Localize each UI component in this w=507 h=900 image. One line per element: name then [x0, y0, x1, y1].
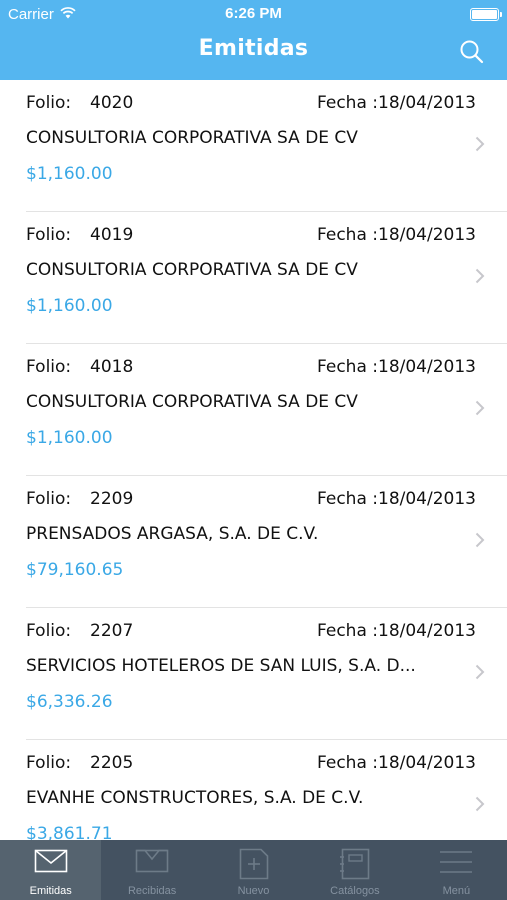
- battery-icon: [470, 8, 502, 21]
- menu-icon: [440, 851, 473, 873]
- invoice-row[interactable]: Folio: 4019 Fecha :18/04/2013 CONSULTORI…: [26, 212, 507, 344]
- invoice-amount: $1,160.00: [26, 164, 113, 184]
- invoice-amount: $79,160.65: [26, 560, 124, 580]
- invoice-row[interactable]: Folio: 4020 Fecha :18/04/2013 CONSULTORI…: [26, 80, 507, 212]
- client-name: CONSULTORIA CORPORATIVA SA DE CV: [26, 392, 358, 412]
- tab-label: Emitidas: [29, 885, 72, 897]
- tab-label: Nuevo: [237, 885, 270, 897]
- tab-recibidas[interactable]: Recibidas: [101, 840, 202, 900]
- client-name: SERVICIOS HOTELEROS DE SAN LUIS, S.A. D.…: [26, 656, 416, 676]
- chevron-right-icon: [475, 136, 485, 152]
- navigation-header: Carrier 6:26 PM Emitidas: [0, 0, 507, 80]
- invoice-row[interactable]: Folio: 4018 Fecha :18/04/2013 CONSULTORI…: [26, 344, 507, 476]
- tab-nuevo[interactable]: Nuevo: [203, 840, 304, 900]
- folio-label: Folio:: [26, 225, 72, 245]
- folio-number: 4018: [90, 357, 134, 377]
- catalog-icon: [339, 848, 370, 880]
- invoice-amount: $3,861.71: [26, 824, 113, 840]
- invoice-list[interactable]: Folio: 4020 Fecha :18/04/2013 CONSULTORI…: [0, 80, 507, 840]
- folio-number: 2207: [90, 621, 134, 641]
- tab-bar: Emitidas Recibidas Nuevo Catálogos Menú: [0, 840, 507, 900]
- folio-number: 4019: [90, 225, 134, 245]
- envelope-icon: [34, 849, 68, 873]
- folio-label: Folio:: [26, 489, 72, 509]
- client-name: CONSULTORIA CORPORATIVA SA DE CV: [26, 128, 358, 148]
- chevron-right-icon: [475, 532, 485, 548]
- invoice-row[interactable]: Folio: 2207 Fecha :18/04/2013 SERVICIOS …: [26, 608, 507, 740]
- chevron-right-icon: [475, 796, 485, 812]
- tab-catalogos[interactable]: Catálogos: [304, 840, 405, 900]
- invoice-date: Fecha :18/04/2013: [317, 357, 476, 377]
- folio-label: Folio:: [26, 357, 72, 377]
- client-name: CONSULTORIA CORPORATIVA SA DE CV: [26, 260, 358, 280]
- page-title: Emitidas: [198, 36, 309, 61]
- invoice-row[interactable]: Folio: 2209 Fecha :18/04/2013 PRENSADOS …: [26, 476, 507, 608]
- folio-number: 2209: [90, 489, 134, 509]
- invoice-amount: $1,160.00: [26, 296, 113, 316]
- invoice-amount: $1,160.00: [26, 428, 113, 448]
- tab-emitidas[interactable]: Emitidas: [0, 840, 102, 900]
- inbox-tray-icon: [135, 849, 169, 873]
- invoice-date: Fecha :18/04/2013: [317, 225, 476, 245]
- tab-menu[interactable]: Menú: [406, 840, 507, 900]
- folio-label: Folio:: [26, 753, 72, 773]
- new-document-icon: [239, 848, 268, 880]
- invoice-date: Fecha :18/04/2013: [317, 489, 476, 509]
- invoice-row[interactable]: Folio: 2205 Fecha :18/04/2013 EVANHE CON…: [26, 740, 507, 840]
- chevron-right-icon: [475, 664, 485, 680]
- invoice-date: Fecha :18/04/2013: [317, 93, 476, 113]
- invoice-date: Fecha :18/04/2013: [317, 753, 476, 773]
- client-name: EVANHE CONSTRUCTORES, S.A. DE C.V.: [26, 788, 364, 808]
- status-bar: Carrier 6:26 PM: [0, 0, 507, 28]
- clock-time: 6:26 PM: [225, 5, 282, 22]
- chevron-right-icon: [475, 268, 485, 284]
- chevron-right-icon: [475, 400, 485, 416]
- tab-label: Catálogos: [330, 885, 380, 897]
- folio-number: 4020: [90, 93, 134, 113]
- client-name: PRENSADOS ARGASA, S.A. DE C.V.: [26, 524, 319, 544]
- tab-label: Recibidas: [127, 885, 177, 897]
- folio-label: Folio:: [26, 621, 72, 641]
- search-icon[interactable]: [459, 39, 485, 65]
- folio-label: Folio:: [26, 93, 72, 113]
- folio-number: 2205: [90, 753, 134, 773]
- tab-label: Menú: [442, 885, 471, 897]
- invoice-amount: $6,336.26: [26, 692, 113, 712]
- invoice-date: Fecha :18/04/2013: [317, 621, 476, 641]
